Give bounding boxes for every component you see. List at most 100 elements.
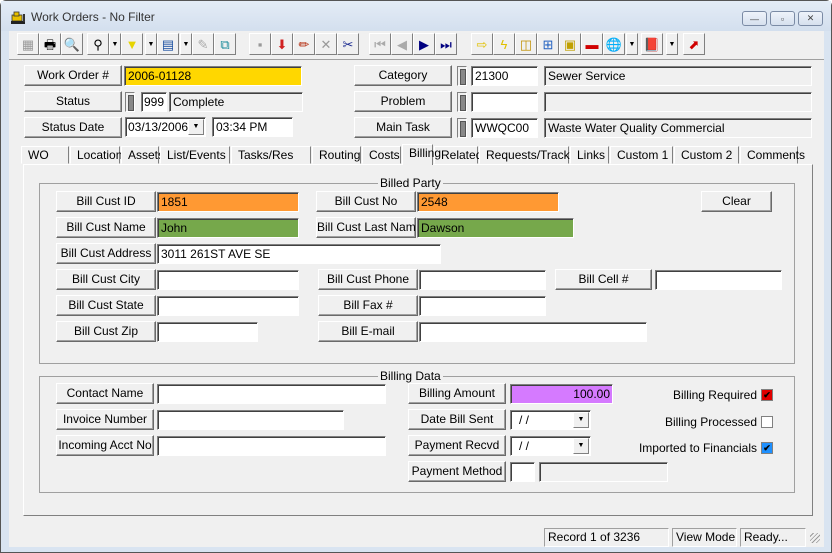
payment-method-code-field[interactable] [510, 462, 535, 482]
category-lock-icon[interactable] [457, 66, 467, 86]
tab-comments[interactable]: Comments [740, 146, 805, 164]
date-bill-sent-field[interactable]: / / ▼ [510, 410, 591, 430]
last-record-button[interactable]: ⏭ [435, 33, 457, 55]
report-button[interactable]: ▤ [157, 33, 179, 55]
main-task-lock-icon[interactable] [457, 118, 467, 138]
billing-required-checkbox[interactable]: Billing Required ✔ [673, 388, 773, 402]
status-code-field[interactable]: 999 [141, 92, 167, 112]
close-button[interactable]: ✕ [798, 11, 823, 26]
map-button[interactable]: ◫ [515, 33, 537, 55]
globe-search-button[interactable]: 🌐 [603, 33, 625, 55]
go-to-button[interactable]: ⇨ [471, 33, 493, 55]
exit-button[interactable]: ⬈ [683, 33, 705, 55]
status-date-dropdown-icon[interactable]: ▼ [188, 119, 204, 135]
next-record-button[interactable]: ▶ [413, 33, 435, 55]
billing-required-check-icon[interactable]: ✔ [761, 389, 773, 401]
book-button[interactable]: 📕 [641, 33, 663, 55]
edit-button[interactable]: ✏ [293, 33, 315, 55]
imported-to-financials-check-icon[interactable]: ✔ [761, 442, 773, 454]
billing-amount-field[interactable]: 100.00 [510, 384, 613, 404]
contact-name-button[interactable]: Contact Name [56, 383, 154, 404]
tab-costs[interactable]: Costs [362, 146, 401, 164]
copy-document-button[interactable]: ⧉ [214, 33, 236, 55]
toolbox-button[interactable]: ▬ [581, 33, 603, 55]
bill-cust-last-name-button[interactable]: Bill Cust Last Name [316, 217, 416, 238]
bill-cust-name-field[interactable]: John [157, 218, 299, 238]
filter-dropdown-button[interactable]: ▼ [145, 33, 157, 55]
status-time-field[interactable]: 03:34 PM [212, 117, 293, 137]
status-date-button[interactable]: Status Date [24, 117, 122, 138]
bill-cust-no-button[interactable]: Bill Cust No [316, 191, 416, 212]
status-button[interactable]: Status [24, 91, 122, 112]
book-dropdown-button[interactable]: ▼ [666, 33, 678, 55]
invoice-number-button[interactable]: Invoice Number [56, 409, 154, 430]
date-bill-sent-button[interactable]: Date Bill Sent [408, 409, 506, 430]
bill-fax-field[interactable] [419, 296, 546, 316]
bill-cust-id-button[interactable]: Bill Cust ID [56, 191, 156, 212]
quick-action-button[interactable]: ϟ [493, 33, 515, 55]
category-button[interactable]: Category [354, 65, 452, 86]
bill-cust-address-button[interactable]: Bill Cust Address [56, 243, 156, 264]
resize-grip-icon[interactable] [810, 533, 820, 543]
bill-email-field[interactable] [419, 322, 647, 342]
tab-billing[interactable]: Billing [402, 144, 441, 165]
tab-requests-track[interactable]: Requests/Track [479, 146, 570, 164]
minimize-button[interactable]: — [742, 11, 767, 26]
tab-custom-2[interactable]: Custom 2 [674, 146, 739, 164]
tab-wo[interactable]: WO [21, 146, 69, 164]
search-button[interactable]: ⚲ [87, 33, 109, 55]
bill-fax-button[interactable]: Bill Fax # [318, 295, 418, 316]
bill-cust-name-button[interactable]: Bill Cust Name [56, 217, 156, 238]
main-task-code-field[interactable]: WWQC00 [471, 118, 538, 138]
search-dropdown-button[interactable]: ▼ [109, 33, 121, 55]
tab-location[interactable]: Location [70, 146, 122, 164]
category-code-field[interactable]: 21300 [471, 66, 538, 86]
imported-to-financials-checkbox[interactable]: Imported to Financials ✔ [639, 441, 773, 455]
work-order-field[interactable]: 2006-01128 [124, 66, 302, 86]
bill-cust-no-field[interactable]: 2548 [417, 192, 559, 212]
globe-search-dropdown-button[interactable]: ▼ [626, 33, 638, 55]
bill-cust-address-field[interactable]: 3011 261ST AVE SE [157, 244, 441, 264]
bill-cell-field[interactable] [655, 270, 782, 290]
tab-custom-1[interactable]: Custom 1 [610, 146, 673, 164]
problem-button[interactable]: Problem [354, 91, 452, 112]
clear-button[interactable]: Clear [701, 191, 772, 212]
bill-cell-button[interactable]: Bill Cell # [555, 269, 652, 290]
equipment-button[interactable]: ▣ [559, 33, 581, 55]
work-order-button[interactable]: Work Order # [24, 65, 122, 86]
title-bar[interactable]: Work Orders - No Filter — ▫ ✕ [1, 1, 831, 31]
bill-cust-state-field[interactable] [157, 296, 299, 316]
bill-cust-phone-field[interactable] [419, 270, 546, 290]
tab-routing[interactable]: Routing [312, 146, 361, 164]
date-bill-sent-dropdown-icon[interactable]: ▼ [573, 412, 589, 428]
main-task-button[interactable]: Main Task [354, 117, 452, 138]
problem-code-field[interactable] [471, 92, 538, 112]
billing-amount-button[interactable]: Billing Amount [408, 383, 506, 404]
bill-cust-phone-button[interactable]: Bill Cust Phone [318, 269, 418, 290]
bill-email-button[interactable]: Bill E-mail [318, 321, 418, 342]
payment-recvd-button[interactable]: Payment Recvd [408, 435, 506, 456]
incoming-acct-no-button[interactable]: Incoming Acct No [56, 435, 154, 456]
tab-assets[interactable]: Assets [121, 146, 164, 164]
cut-button[interactable]: ✂ [337, 33, 359, 55]
bill-cust-zip-field[interactable] [157, 322, 258, 342]
bill-cust-zip-button[interactable]: Bill Cust Zip [56, 321, 156, 342]
add-record-button[interactable]: ⬇ [271, 33, 293, 55]
bill-cust-city-field[interactable] [157, 270, 299, 290]
billing-processed-check-icon[interactable] [761, 416, 773, 428]
payment-recvd-dropdown-icon[interactable]: ▼ [573, 438, 589, 454]
print-button[interactable]: 🖶 [39, 33, 61, 55]
incoming-acct-no-field[interactable] [157, 436, 386, 456]
filter-button[interactable]: ▼ [121, 33, 143, 55]
payment-recvd-field[interactable]: / / ▼ [510, 436, 591, 456]
tab-list-events[interactable]: List/Events [160, 146, 230, 164]
tab-tasks-res[interactable]: Tasks/Res [231, 146, 311, 164]
print-preview-button[interactable]: 🔍 [61, 33, 83, 55]
problem-lock-icon[interactable] [457, 92, 467, 112]
report-dropdown-button[interactable]: ▼ [180, 33, 192, 55]
bill-cust-last-name-field[interactable]: Dawson [417, 218, 574, 238]
maximize-button[interactable]: ▫ [770, 11, 795, 26]
invoice-number-field[interactable] [157, 410, 344, 430]
tab-links[interactable]: Links [570, 146, 609, 164]
billing-processed-checkbox[interactable]: Billing Processed [665, 415, 773, 429]
